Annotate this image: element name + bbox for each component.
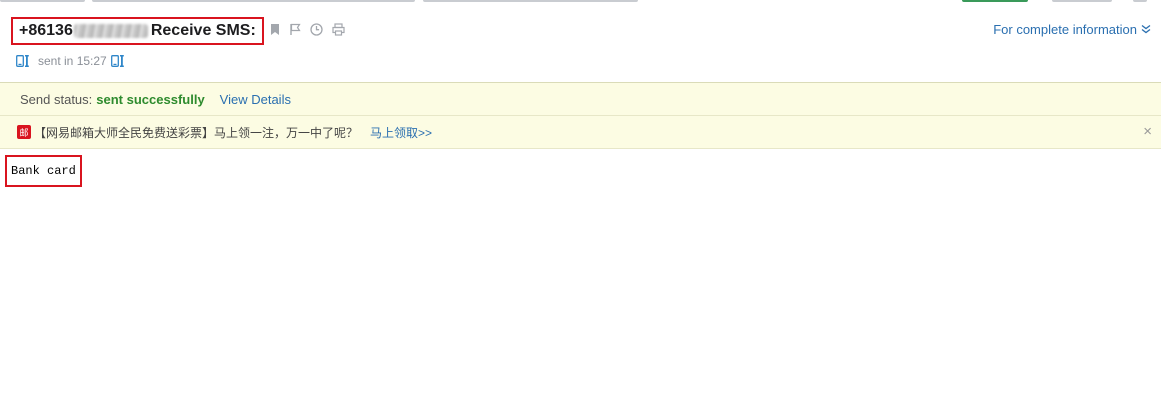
chevron-down-icon	[1141, 22, 1151, 37]
subject-phone-prefix: +86136	[19, 22, 73, 39]
message-subject: +86136 Receive SMS:	[11, 17, 264, 45]
redacted-phone-digits	[73, 24, 148, 38]
bookmark-icon[interactable]	[270, 23, 280, 36]
message-body-text: Bank card	[11, 164, 76, 178]
flag-icon[interactable]	[289, 23, 301, 36]
close-icon[interactable]: ×	[1143, 123, 1152, 141]
promo-banner: 邮 【网易邮箱大师全民免费送彩票】马上领一注，万一中了呢？ 马上领取>> ×	[0, 116, 1161, 149]
phone-icon	[110, 55, 124, 67]
send-status-value: sent successfully	[96, 91, 205, 107]
promo-text: 【网易邮箱大师全民免费送彩票】马上领一注，万一中了呢？	[34, 125, 359, 140]
tab-stub-2[interactable]	[92, 0, 415, 2]
sent-time: sent in 15:27	[38, 54, 107, 68]
phone-icon	[16, 55, 29, 67]
complete-info-toggle[interactable]: For complete information	[993, 22, 1151, 37]
message-header: +86136 Receive SMS: For complete informa…	[0, 3, 1161, 82]
send-status-label: Send status:	[20, 91, 93, 107]
promo-claim-link[interactable]: 马上领取>>	[370, 124, 432, 141]
send-status-bar: Send status: sent successfully View Deta…	[0, 82, 1161, 116]
message-body: Bank card	[5, 155, 82, 187]
message-toolbar	[270, 23, 345, 36]
primary-button-stub[interactable]	[962, 0, 1028, 2]
sent-info: sent in 15:27	[16, 54, 124, 68]
complete-info-label: For complete information	[993, 22, 1137, 37]
mail-master-icon: 邮	[17, 125, 31, 139]
clock-icon[interactable]	[310, 23, 323, 36]
button-stub[interactable]	[1052, 0, 1112, 2]
view-details-link[interactable]: View Details	[220, 92, 291, 107]
tab-stub-3[interactable]	[423, 0, 638, 2]
subject-suffix: Receive SMS:	[150, 22, 256, 39]
tab-stub-1[interactable]	[0, 0, 85, 2]
help-stub[interactable]	[1133, 0, 1147, 2]
print-icon[interactable]	[332, 23, 345, 36]
